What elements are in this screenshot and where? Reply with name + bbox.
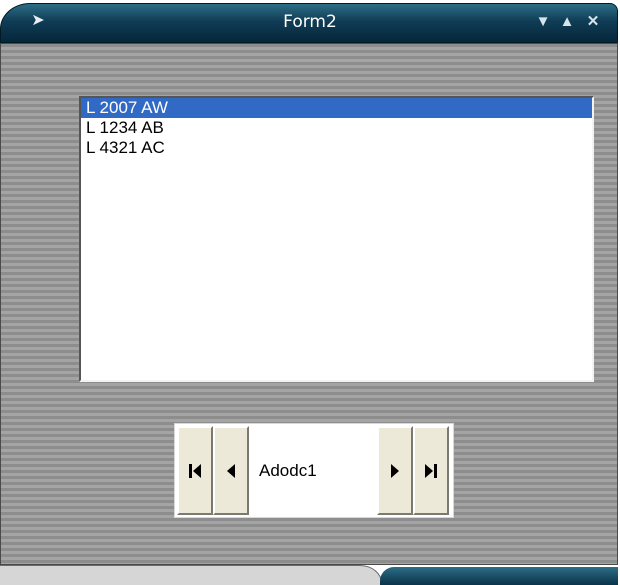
previous-record-icon <box>227 463 235 478</box>
bottom-tab-right <box>380 567 618 585</box>
adodc-control: Adodc1 <box>174 423 454 518</box>
adodc-caption: Adodc1 <box>259 461 317 480</box>
form-client-area: L 2007 AW L 1234 AB L 4321 AC Adodc1 <box>0 43 618 565</box>
title-bar[interactable]: ➤ Form2 ▼ ▲ ✕ <box>0 3 618 43</box>
window-title: Form2 <box>283 12 337 32</box>
list-item[interactable]: L 4321 AC <box>81 138 592 158</box>
next-record-icon <box>391 463 399 478</box>
first-record-button[interactable] <box>177 426 213 515</box>
first-record-icon <box>189 463 201 478</box>
last-record-icon <box>425 463 437 478</box>
form2-window: ➤ Form2 ▼ ▲ ✕ L 2007 AW L 1234 AB L 4321… <box>0 3 618 585</box>
minimize-icon[interactable]: ▼ <box>533 12 553 32</box>
maximize-icon[interactable]: ▲ <box>557 12 577 32</box>
plate-listbox[interactable]: L 2007 AW L 1234 AB L 4321 AC <box>79 96 594 382</box>
list-item[interactable]: L 2007 AW <box>81 98 592 118</box>
close-icon[interactable]: ✕ <box>583 12 603 32</box>
bottom-tab-left <box>0 565 382 585</box>
bottom-frame <box>0 565 618 585</box>
next-record-button[interactable] <box>377 426 413 515</box>
last-record-button[interactable] <box>413 426 449 515</box>
list-item[interactable]: L 1234 AB <box>81 118 592 138</box>
previous-record-button[interactable] <box>213 426 249 515</box>
